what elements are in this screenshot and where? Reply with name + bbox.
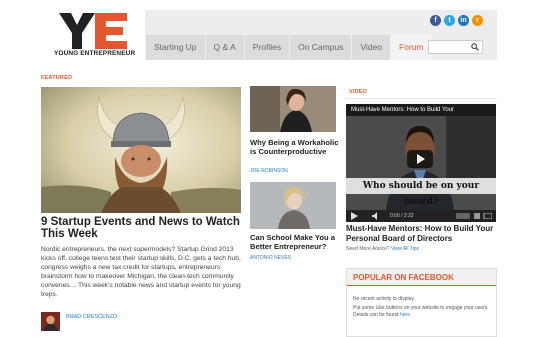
featured-label: FEATURED: [41, 75, 73, 81]
logo[interactable]: YOUNG ENTREPRENEUR: [41, 10, 145, 60]
video-controls: 0:00 / 2:22: [346, 210, 496, 222]
volume-icon[interactable]: [372, 212, 381, 220]
search-icon[interactable]: [471, 43, 479, 51]
video-player[interactable]: Must-Have Mentors: How to Build Your Who…: [346, 104, 496, 222]
logo-mark: [59, 13, 127, 49]
school-title[interactable]: Can School Make You a Better Entrepreneu…: [250, 233, 340, 251]
need-more-text: Need More Advice?: [346, 246, 390, 252]
nav-starting-up[interactable]: Starting Up: [145, 35, 205, 60]
video-label: VIDEO: [349, 89, 368, 95]
featured-summary: Nordic entrepreneurs, the next supermode…: [41, 246, 241, 299]
search-input[interactable]: [428, 40, 483, 54]
author-avatar[interactable]: [41, 312, 60, 331]
facebook-heading: POPULAR ON FACEBOOK: [347, 269, 496, 286]
divider: [346, 98, 497, 99]
workaholic-author[interactable]: JOE ROBINSON: [250, 168, 288, 174]
video-heading[interactable]: Must-Have Mentors: How to Build Your Per…: [346, 224, 498, 243]
facebook-help-body: Put some Like buttons on your website to…: [353, 305, 489, 318]
nav-video[interactable]: Video: [351, 35, 391, 60]
view-all-tips-link[interactable]: View All Tips: [391, 246, 419, 252]
play-control-icon[interactable]: [350, 212, 358, 220]
social-links: f t in r: [430, 15, 483, 26]
facebook-here-link[interactable]: here.: [400, 312, 411, 318]
featured-image[interactable]: [41, 87, 241, 213]
linkedin-icon[interactable]: in: [458, 15, 469, 26]
popular-on-facebook: POPULAR ON FACEBOOK No recent activity t…: [346, 268, 497, 337]
rss-icon[interactable]: r: [472, 15, 483, 26]
school-author[interactable]: ANTONIO NEVES: [250, 255, 291, 261]
main-nav: Starting Up Q & A Profiles On Campus Vid…: [145, 35, 432, 60]
site-header: YOUNG ENTREPRENEUR Starting Up Q & A Pro…: [41, 10, 497, 60]
video-time: 0:00 / 2:22: [390, 213, 414, 219]
play-icon[interactable]: [407, 150, 433, 168]
nav-qa[interactable]: Q & A: [204, 35, 244, 60]
workaholic-title[interactable]: Why Being a Workaholic is Counterproduct…: [250, 138, 340, 156]
featured-author-link[interactable]: BRAD CRESCENZO: [66, 314, 117, 320]
nav-on-campus[interactable]: On Campus: [289, 35, 352, 60]
need-more-advice: Need More Advice? View All Tips: [346, 246, 419, 252]
facebook-help-text: Put some Like buttons on your website to…: [353, 305, 493, 318]
school-image[interactable]: [250, 182, 336, 229]
logo-text: YOUNG ENTREPRENEUR: [54, 50, 136, 57]
video-caption: Who should be on your board?: [346, 178, 496, 207]
featured-title[interactable]: 9 Startup Events and News to Watch This …: [41, 216, 246, 240]
player-controls-right-icons[interactable]: [456, 213, 492, 219]
facebook-icon[interactable]: f: [430, 15, 441, 26]
facebook-empty-text: No recent activity to display.: [353, 296, 415, 302]
workaholic-image[interactable]: [250, 86, 336, 132]
nav-profiles[interactable]: Profiles: [243, 35, 290, 60]
nav-forum[interactable]: Forum: [390, 35, 432, 60]
twitter-icon[interactable]: t: [444, 15, 455, 26]
video-title-bar: Must-Have Mentors: How to Build Your: [346, 104, 496, 116]
